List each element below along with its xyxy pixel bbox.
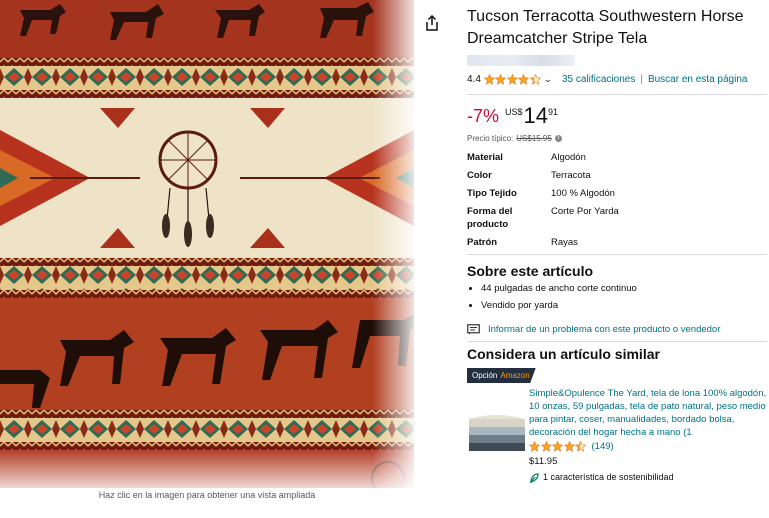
spec-row: Color Terracota (467, 169, 767, 182)
spec-label: Tipo Tejido (467, 188, 517, 199)
spec-label: Material (467, 152, 503, 163)
spec-value: Rayas (551, 237, 578, 248)
image-caption: Haz clic en la imagen para obtener una v… (98, 490, 316, 500)
amazon-choice-badge: Opción Amazon (467, 368, 536, 383)
about-bullet: Vendido por yarda (481, 300, 767, 312)
spec-row: Patrón Rayas (467, 236, 767, 249)
about-bullets: 44 pulgadas de ancho corte continuo Vend… (467, 283, 767, 312)
spec-value: Algodón (551, 152, 586, 163)
sustainability-feature[interactable]: 1 característica de sostenibilidad (529, 471, 767, 484)
spec-row: Material Algodón (467, 151, 767, 164)
star-icon (563, 441, 575, 452)
report-problem-link[interactable]: Informar de un problema con este product… (488, 324, 720, 335)
star-icon (495, 73, 507, 85)
star-icon (529, 73, 541, 85)
price-currency: US$ (505, 107, 523, 117)
divider (467, 94, 767, 95)
similar-item-details: Simple&Opulence The Yard, tela de lona 1… (529, 387, 767, 484)
ratings-count-link[interactable]: 35 calificaciones (562, 74, 635, 85)
spec-label: Color (467, 170, 492, 181)
typical-price: Precio típico: US$15.95 i (467, 134, 767, 143)
star-icon (552, 441, 563, 452)
divider (467, 341, 767, 342)
discount-percentage: -7% (467, 106, 500, 126)
similar-item-stars[interactable] (529, 441, 587, 452)
product-title: Tucson Terracotta Southwestern Horse Dre… (467, 8, 744, 47)
spec-row: Tipo Tejido 100 % Algodón (467, 187, 767, 200)
share-icon[interactable] (424, 14, 440, 32)
product-info: Tucson Terracotta Southwestern Horse Dre… (467, 6, 767, 484)
search-in-page-link[interactable]: Buscar en esta página (648, 74, 748, 85)
badge-option: Opción (472, 371, 498, 380)
report-icon (467, 323, 480, 334)
star-icon (483, 73, 495, 85)
spec-label: Patrón (467, 237, 498, 248)
report-problem[interactable]: Informar de un problema con este product… (467, 322, 767, 336)
info-icon[interactable]: i (554, 135, 562, 142)
price-block: -7% US$ 14 91 (467, 104, 767, 130)
similar-title: Considera un artículo similar (467, 346, 660, 362)
star-icon (529, 441, 540, 452)
star-icon (518, 73, 530, 85)
divider (467, 254, 767, 255)
spec-value: 100 % Algodón (551, 188, 615, 199)
about-title: Sobre este artículo (467, 263, 594, 279)
similar-item[interactable]: Simple&Opulence The Yard, tela de lona 1… (467, 387, 767, 484)
badge-brand: Amazon (500, 371, 530, 380)
price-fraction: 91 (548, 107, 559, 117)
similar-item-image[interactable] (467, 401, 527, 459)
sustainability-text: 1 característica de sostenibilidad (543, 472, 674, 482)
spec-value: Terracota (551, 170, 591, 181)
rating-row: 4.4 ⌄ 35 calificaciones | Buscar en esta… (467, 72, 767, 86)
spec-row: Forma del producto Corte Por Yarda (467, 205, 767, 231)
typical-price-value: US$15.95 (516, 134, 552, 143)
star-icon (506, 73, 518, 85)
leaf-icon (529, 472, 539, 483)
specs-table: Material Algodón Color Terracota Tipo Te… (467, 151, 767, 249)
product-image[interactable] (0, 0, 414, 490)
rating-stars[interactable] (483, 73, 542, 85)
price-whole: 14 (523, 103, 549, 128)
similar-item-price: $11.95 (529, 456, 558, 467)
chevron-down-icon[interactable]: ⌄ (544, 74, 553, 85)
star-icon (575, 441, 586, 452)
spec-value: Corte Por Yarda (551, 206, 619, 217)
similar-item-title[interactable]: Simple&Opulence The Yard, tela de lona 1… (529, 387, 767, 439)
brand-link-blurred[interactable] (467, 55, 575, 66)
link-separator: | (640, 73, 643, 85)
similar-item-rating: (149) (529, 440, 767, 453)
similar-item-rating-count[interactable]: (149) (592, 440, 614, 453)
fabric-pattern-image (0, 0, 414, 488)
spec-label: Forma del producto (467, 206, 513, 230)
typical-price-label: Precio típico: (467, 134, 514, 143)
rating-value: 4.4 (467, 73, 481, 85)
about-bullet: 44 pulgadas de ancho corte continuo (481, 283, 767, 295)
star-icon (540, 441, 552, 452)
